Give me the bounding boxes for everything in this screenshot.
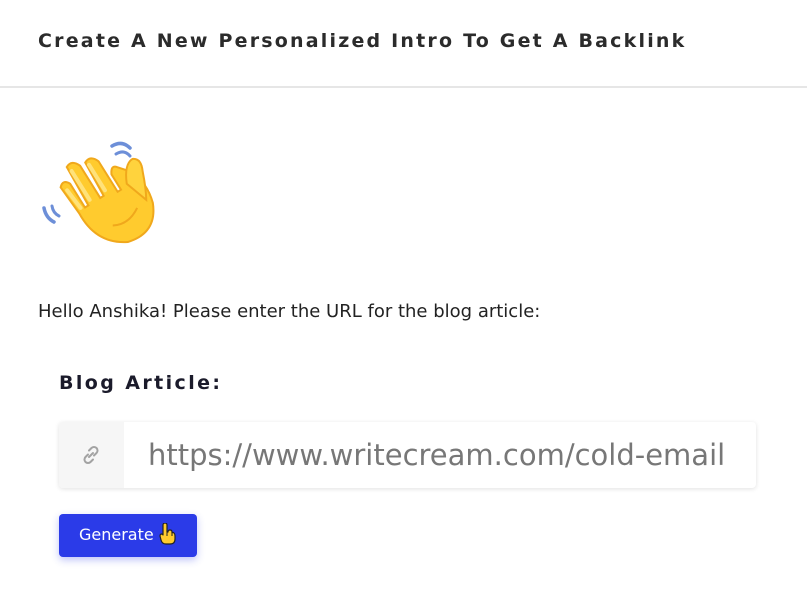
header: Create A New Personalized Intro To Get A… xyxy=(0,0,807,88)
page-title: Create A New Personalized Intro To Get A… xyxy=(38,30,687,52)
link-icon xyxy=(83,445,99,465)
waving-hand-icon xyxy=(42,141,155,244)
blog-url-field xyxy=(59,422,756,488)
page: Create A New Personalized Intro To Get A… xyxy=(0,0,807,589)
greeting-text: Hello Anshika! Please enter the URL for … xyxy=(38,301,541,322)
pointing-hand-icon xyxy=(159,523,176,545)
blog-url-input[interactable] xyxy=(124,422,756,488)
generate-button[interactable]: Generate xyxy=(59,514,197,557)
generate-button-label: Generate xyxy=(79,525,154,544)
blog-article-label: Blog Article: xyxy=(59,372,223,394)
input-addon xyxy=(59,422,124,488)
